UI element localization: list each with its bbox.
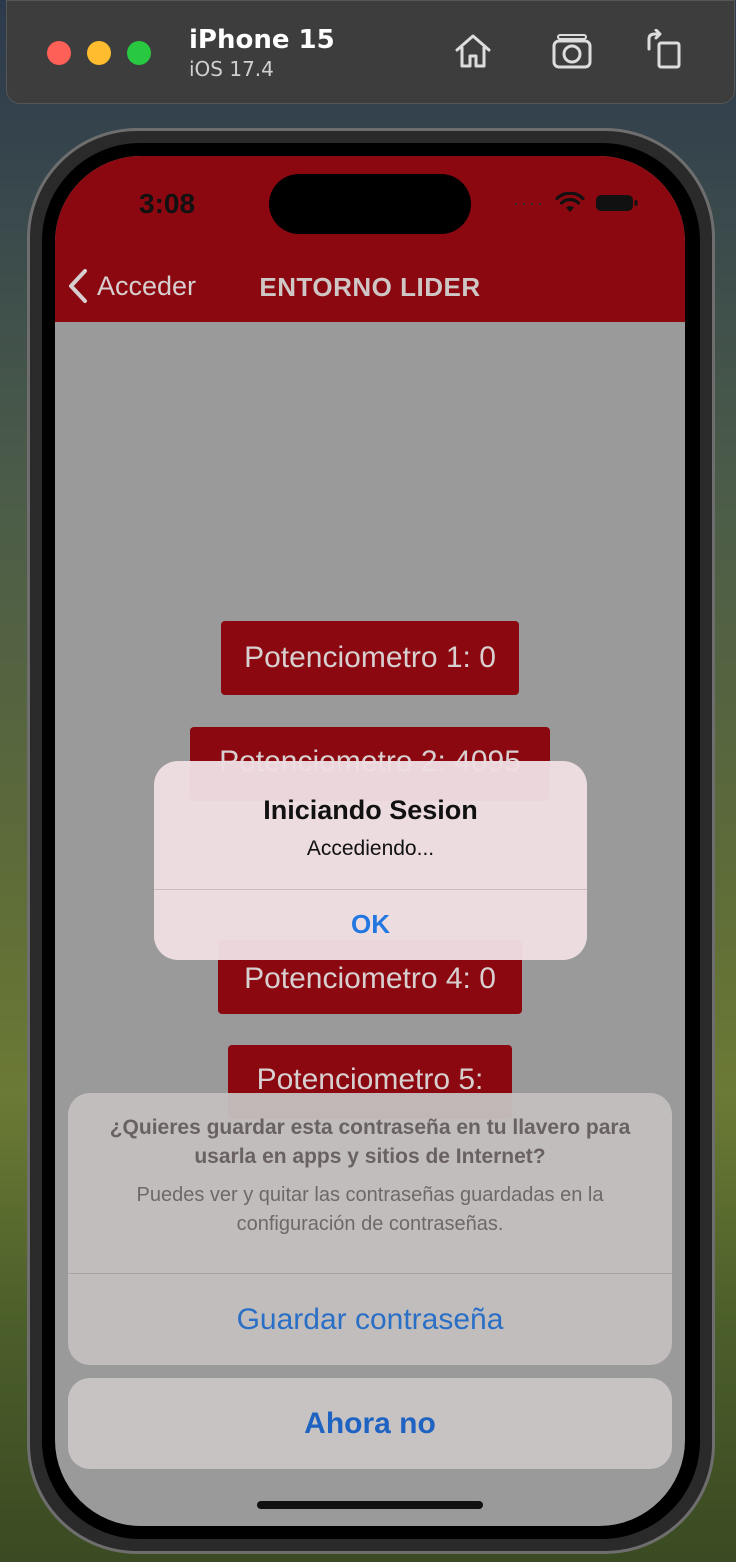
rotate-icon[interactable]: [641, 28, 685, 73]
alert-message: Accediendo...: [306, 837, 435, 860]
dynamic-island: [269, 174, 471, 234]
login-alert: Iniciando Sesion Accediendo... OK: [154, 761, 587, 960]
close-window-button[interactable]: [47, 41, 71, 65]
screenshot-icon[interactable]: [550, 29, 594, 73]
save-password-button[interactable]: Guardar contraseña: [68, 1274, 672, 1365]
page-title: ENTORNO LIDER: [259, 272, 481, 302]
nav-bar: 3:08 ···· Acceder ENTORNO LIDER: [55, 156, 685, 322]
signal-icon: ····: [513, 192, 545, 213]
battery-icon: [596, 195, 638, 211]
alert-ok-button[interactable]: OK: [154, 889, 587, 960]
zoom-window-button[interactable]: [127, 41, 151, 65]
save-password-sheet: ¿Quieres guardar esta contraseña en tu l…: [68, 1093, 672, 1365]
sheet-description: Puedes ver y quitar las contraseñas guar…: [136, 1184, 604, 1235]
alert-title: Iniciando Sesion: [263, 795, 478, 825]
home-icon[interactable]: [451, 29, 495, 73]
home-indicator[interactable]: [257, 1501, 483, 1509]
device-name: iPhone 15: [189, 25, 335, 55]
potentiometer-1-label: Potenciometro 1: 0: [221, 621, 519, 695]
phone-screen: 3:08 ···· Acceder ENTORNO LIDER Potencio…: [55, 156, 685, 1526]
not-now-button[interactable]: Ahora no: [68, 1378, 672, 1469]
simulator-toolbar: iPhone 15 iOS 17.4: [6, 0, 735, 104]
status-time: 3:08: [139, 188, 196, 219]
sheet-question: ¿Quieres guardar esta contraseña en tu l…: [109, 1116, 631, 1168]
os-version: iOS 17.4: [189, 57, 274, 81]
status-icons: ····: [513, 192, 639, 214]
wifi-icon: [555, 192, 585, 212]
minimize-window-button[interactable]: [87, 41, 111, 65]
